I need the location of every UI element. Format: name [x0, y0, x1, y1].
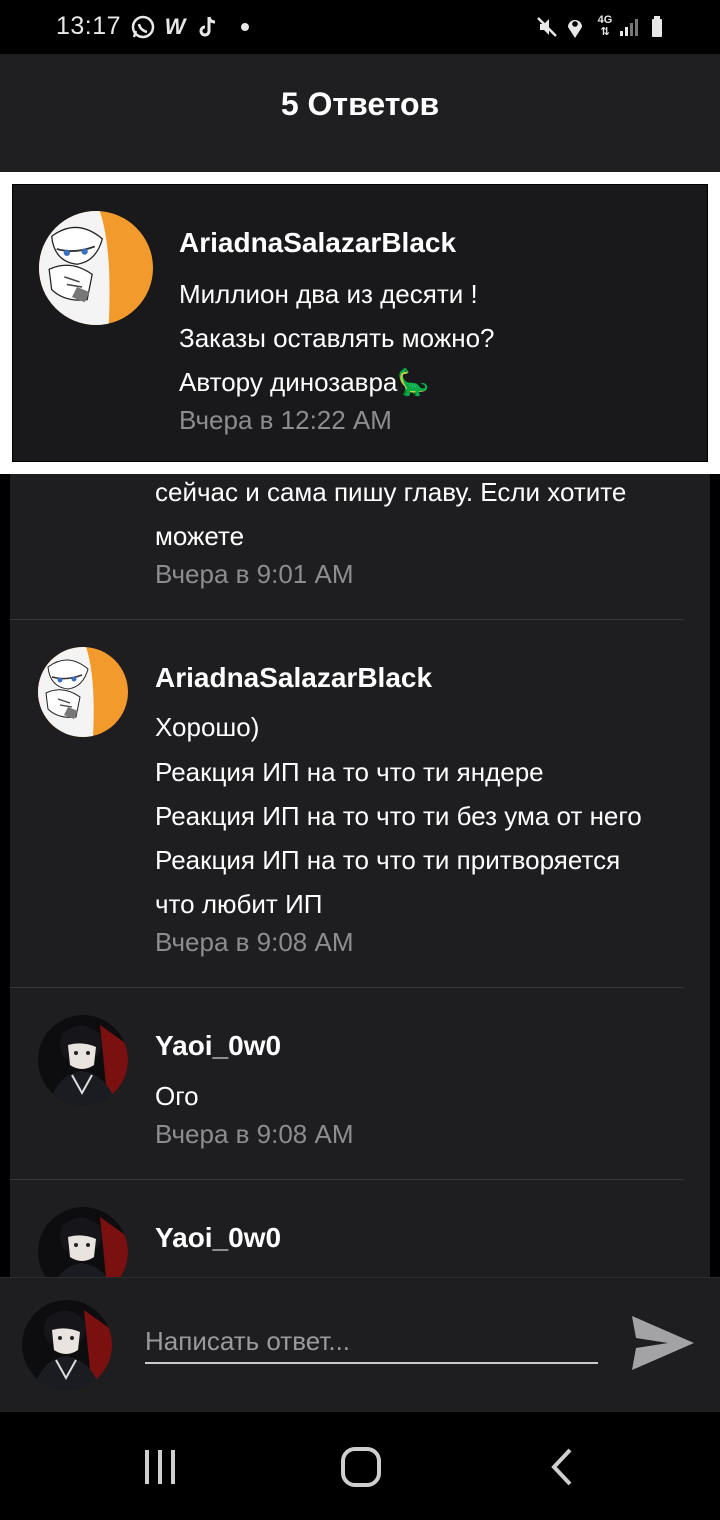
parent-author[interactable]: AriadnaSalazarBlack: [179, 227, 456, 259]
recent-apps-button[interactable]: [135, 1442, 185, 1492]
avatar[interactable]: [38, 1015, 128, 1105]
reply-timestamp: Вчера в 9:01 AM: [155, 559, 354, 589]
reply-timestamp: Вчера в 9:08 AM: [155, 927, 354, 957]
back-icon: [551, 1448, 572, 1486]
w-app-icon: W: [164, 14, 186, 39]
network-4g-icon: 4G ⇅: [597, 14, 613, 38]
parent-comment[interactable]: AriadnaSalazarBlack Миллион два из десят…: [12, 184, 708, 462]
reply-author[interactable]: Yaoi_0w0: [155, 1222, 281, 1254]
reply-author[interactable]: AriadnaSalazarBlack: [155, 662, 432, 694]
parent-text-line: Миллион два из десяти !: [179, 279, 478, 309]
parent-timestamp: Вчера в 12:22 AM: [179, 405, 392, 435]
nav-bar: [0, 1412, 720, 1520]
reply-timestamp: Вчера в 9:08 AM: [155, 1119, 354, 1149]
reply-text-line: Реакция ИП на то что ти без ума от него: [155, 801, 642, 831]
avatar[interactable]: [39, 211, 153, 325]
parent-text-line: Автору динозавра🦕: [179, 367, 430, 397]
reply-bar: Написать ответ...: [0, 1277, 720, 1412]
status-time: 13:17: [56, 12, 122, 40]
tiktok-icon: [195, 14, 221, 40]
status-bar: 13:17 W 4G ⇅: [0, 0, 720, 54]
divider: [10, 987, 684, 988]
location-icon: [562, 14, 588, 40]
avatar[interactable]: [38, 647, 128, 737]
battery-icon: [646, 14, 672, 40]
reply-text-line: Ого: [155, 1081, 199, 1111]
reply-input[interactable]: Написать ответ...: [145, 1318, 598, 1364]
send-button[interactable]: [628, 1310, 698, 1376]
home-button[interactable]: [336, 1442, 386, 1492]
divider: [10, 1179, 684, 1180]
divider: [10, 619, 684, 620]
signal-icon: [616, 14, 642, 40]
reply-text-line: можете: [155, 521, 245, 551]
my-avatar: [22, 1300, 112, 1390]
back-button[interactable]: [538, 1442, 588, 1492]
reply-text-line: Реакция ИП на то что ти притворяется: [155, 845, 621, 875]
mute-icon: [534, 14, 560, 40]
reply-text-line: сейчас и сама пишу главу. Если хотите: [155, 477, 627, 507]
reply-author[interactable]: Yaoi_0w0: [155, 1030, 281, 1062]
dot-icon: [232, 14, 258, 40]
parent-comment-highlight: AriadnaSalazarBlack Миллион два из десят…: [0, 172, 720, 474]
home-icon: [341, 1447, 381, 1487]
header: 5 Ответов: [0, 54, 720, 172]
reply-text-line: что любит ИП: [155, 889, 323, 919]
whatsapp-icon: [130, 14, 156, 40]
avatar[interactable]: [38, 1207, 128, 1277]
send-icon: [632, 1316, 694, 1370]
page-title: 5 Ответов: [280, 86, 440, 122]
reply-text-line: Хорошо): [155, 712, 260, 742]
recent-apps-icon: [145, 1450, 175, 1484]
reply-text-line: Реакция ИП на то что ти яндере: [155, 757, 544, 787]
parent-text-line: Заказы оставлять можно?: [179, 323, 495, 353]
